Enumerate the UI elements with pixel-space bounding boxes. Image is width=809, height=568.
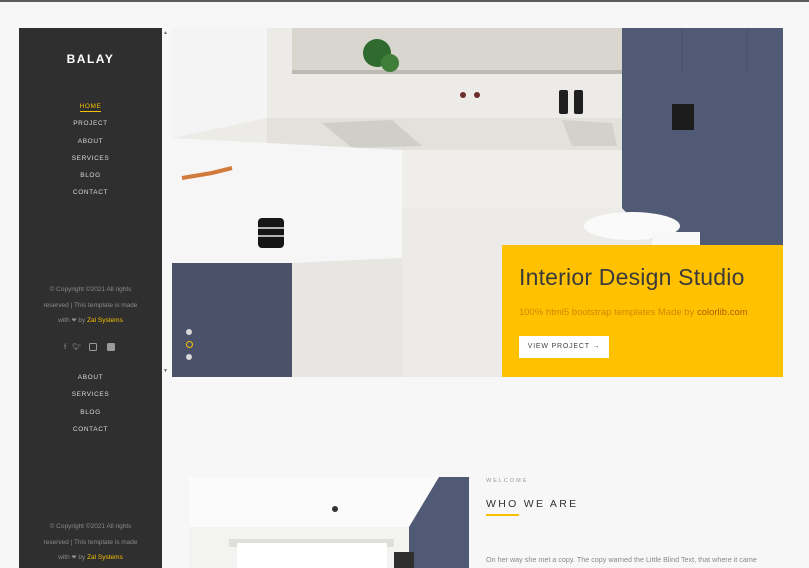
- arrow-right-icon: →: [592, 343, 601, 350]
- copyright-text-repeat: © Copyright ©2021 All rights reserved | …: [43, 523, 138, 561]
- facebook-icon[interactable]: f: [64, 344, 66, 351]
- nav-item-about[interactable]: ABOUT: [19, 374, 162, 391]
- slider-dot[interactable]: [186, 329, 192, 335]
- welcome-eyebrow: WELCOME: [486, 478, 529, 484]
- linkedin-icon[interactable]: [105, 343, 117, 352]
- slider-dot-active[interactable]: [186, 341, 193, 348]
- slider-dot[interactable]: [186, 354, 192, 360]
- heart-icon: ❤: [71, 318, 77, 324]
- colorlib-link[interactable]: colorlib.com: [697, 307, 748, 318]
- sidebar-nav-secondary: ABOUT SERVICES BLOG CONTACT: [19, 374, 162, 443]
- copyright-text: © Copyright ©2021 All rights reserved | …: [43, 286, 138, 324]
- nav-item-blog[interactable]: BLOG: [19, 409, 162, 426]
- nav-item-services[interactable]: SERVICES: [19, 155, 162, 172]
- social-links: f 🐦︎: [19, 343, 162, 352]
- sidebar-nav: HOME PROJECT ABOUT SERVICES BLOG CONTACT: [19, 103, 162, 207]
- nav-item-blog[interactable]: BLOG: [19, 172, 162, 189]
- scroll-up-arrow-icon[interactable]: ▲: [163, 30, 168, 36]
- about-bathroom-image: [189, 477, 469, 568]
- scroll-down-arrow-icon[interactable]: ▼: [163, 368, 168, 374]
- about-paragraph: On her way she met a copy. The copy warn…: [486, 555, 757, 564]
- about-image: [189, 477, 469, 568]
- section-heading: WHO WE ARE: [486, 498, 579, 510]
- hero-title: Interior Design Studio: [519, 264, 745, 290]
- hero-subtitle: 100% html5 bootstrap templates Made by c…: [519, 307, 748, 318]
- brand-link[interactable]: Zal Systems: [87, 554, 123, 561]
- brand-link[interactable]: Zal Systems: [87, 317, 123, 324]
- nav-item-services[interactable]: SERVICES: [19, 391, 162, 408]
- nav-item-about[interactable]: ABOUT: [19, 138, 162, 155]
- twitter-icon[interactable]: 🐦︎: [72, 343, 81, 351]
- hero-slider: Interior Design Studio 100% html5 bootst…: [172, 28, 783, 377]
- nav-item-project[interactable]: PROJECT: [19, 120, 162, 137]
- nav-item-contact[interactable]: CONTACT: [19, 426, 162, 443]
- heart-icon: ❤: [71, 555, 77, 561]
- nav-item-contact[interactable]: CONTACT: [19, 189, 162, 206]
- site-logo[interactable]: BALAY: [19, 52, 162, 66]
- view-project-button[interactable]: VIEW PROJECT →: [519, 336, 609, 358]
- instagram-icon[interactable]: [87, 343, 99, 352]
- hero-caption: Interior Design Studio 100% html5 bootst…: [502, 245, 783, 377]
- slider-pagination: [186, 329, 194, 366]
- heading-underline: [486, 514, 519, 516]
- nav-item-home[interactable]: HOME: [19, 103, 162, 120]
- sidebar: BALAY HOME PROJECT ABOUT SERVICES BLOG C…: [19, 28, 162, 568]
